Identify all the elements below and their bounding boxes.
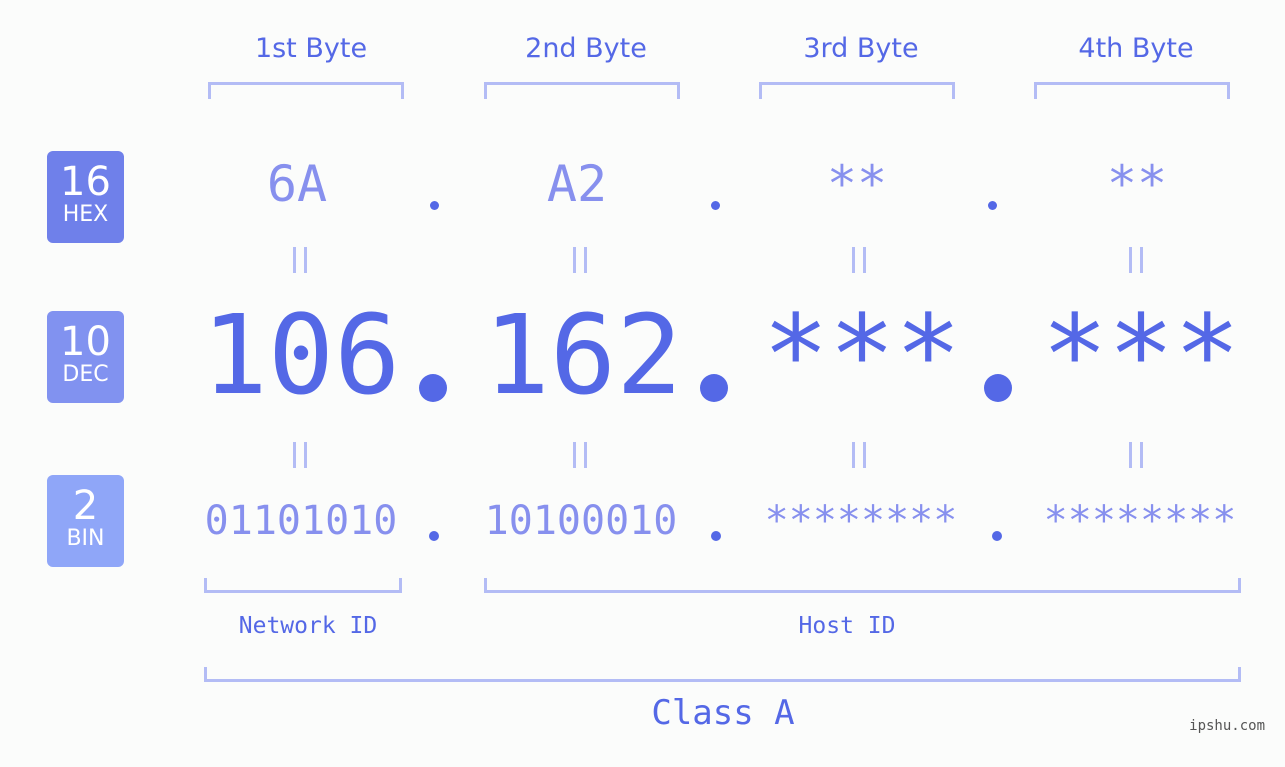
bin-byte-1: 01101010 [204, 498, 398, 544]
hex-dot-2 [711, 201, 720, 210]
class-bracket [204, 667, 1241, 682]
dec-dot-3 [984, 374, 1012, 402]
dec-byte-4: *** [1041, 291, 1241, 419]
dec-byte-2: 162 [483, 291, 683, 419]
bin-byte-2: 10100010 [484, 498, 678, 544]
hex-base: 16 [60, 159, 111, 205]
class-label: Class A [651, 693, 795, 733]
byte-2-bracket [484, 82, 680, 99]
equals-icon [852, 442, 866, 468]
hex-dot-1 [430, 201, 439, 210]
byte-1-label: 1st Byte [254, 33, 368, 64]
dec-label: DEC [62, 362, 109, 387]
byte-1-bracket [208, 82, 404, 99]
host-id-bracket [484, 578, 1241, 593]
bin-dot-1 [429, 531, 439, 541]
watermark: ipshu.com [1189, 718, 1265, 734]
equals-icon [573, 442, 587, 468]
dec-dot-1 [419, 374, 447, 402]
hex-byte-2: A2 [546, 155, 608, 213]
dec-byte-3: *** [762, 291, 962, 419]
host-id-label: Host ID [798, 613, 896, 639]
network-id-bracket [204, 578, 402, 593]
hex-label: HEX [62, 202, 109, 227]
network-id-label: Network ID [238, 613, 378, 639]
byte-3-bracket [759, 82, 955, 99]
byte-3-label: 3rd Byte [803, 33, 919, 64]
equals-icon [852, 247, 866, 273]
byte-2-label: 2nd Byte [525, 33, 647, 64]
hex-byte-4: ** [1106, 155, 1168, 213]
equals-icon [1129, 247, 1143, 273]
byte-4-label: 4th Byte [1078, 33, 1194, 64]
bin-byte-3: ******** [764, 498, 958, 544]
hex-byte-1: 6A [266, 155, 328, 213]
byte-4-bracket [1034, 82, 1230, 99]
bin-label: BIN [66, 526, 105, 551]
equals-icon [293, 442, 307, 468]
dec-base: 10 [60, 319, 111, 365]
dec-byte-1: 106 [201, 291, 401, 419]
bin-base: 2 [72, 483, 99, 529]
hex-badge: 16 HEX [47, 151, 124, 243]
equals-icon [573, 247, 587, 273]
equals-icon [1129, 442, 1143, 468]
bin-dot-2 [711, 531, 721, 541]
equals-icon [293, 247, 307, 273]
dec-badge: 10 DEC [47, 311, 124, 403]
hex-dot-3 [988, 201, 997, 210]
bin-byte-4: ******** [1043, 498, 1237, 544]
dec-dot-2 [700, 374, 728, 402]
bin-dot-3 [992, 531, 1002, 541]
hex-byte-3: ** [826, 155, 888, 213]
bin-badge: 2 BIN [47, 475, 124, 567]
